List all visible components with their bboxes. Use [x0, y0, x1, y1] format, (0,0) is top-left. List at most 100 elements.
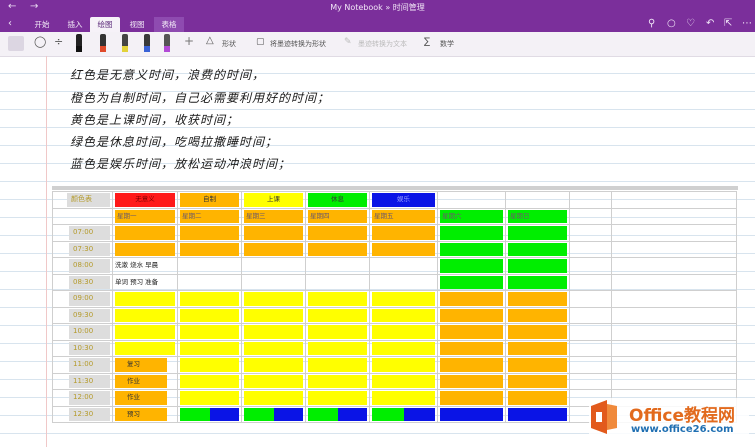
day-header-cell[interactable]: 星期日 [505, 207, 570, 225]
tab-home[interactable]: 开始 [29, 17, 55, 32]
table-cell-empty[interactable] [569, 290, 612, 308]
schedule-cell[interactable] [437, 257, 506, 275]
time-cell[interactable]: 12:30 [52, 405, 113, 423]
schedule-cell[interactable]: 洗漱 烧水 早晨 [112, 257, 178, 275]
schedule-cell[interactable] [241, 356, 306, 374]
schedule-cell[interactable]: 单词 预习 准备 [112, 273, 178, 291]
schedule-cell[interactable] [305, 290, 370, 308]
bell-icon[interactable]: ♡ [686, 18, 695, 29]
table-handle[interactable] [52, 186, 738, 190]
schedule-cell[interactable] [505, 306, 570, 324]
schedule-cell[interactable] [241, 306, 306, 324]
schedule-cell[interactable] [505, 224, 570, 242]
schedule-cell[interactable] [305, 339, 370, 357]
convert-shape-icon[interactable]: ▢ [256, 37, 265, 47]
schedule-cell[interactable] [112, 339, 178, 357]
time-cell[interactable]: 08:00 [52, 257, 113, 275]
table-cell-empty[interactable] [569, 191, 612, 209]
schedule-cell[interactable] [437, 339, 506, 357]
pen-blue-icon[interactable] [144, 34, 150, 52]
schedule-cell[interactable] [305, 273, 370, 291]
schedule-cell[interactable] [437, 405, 506, 423]
schedule-cell[interactable] [177, 356, 242, 374]
table-cell-empty[interactable] [611, 191, 737, 209]
lasso-icon[interactable]: ◯ [34, 35, 46, 48]
time-cell[interactable]: 10:00 [52, 323, 113, 341]
shapes-button[interactable]: 形状 [222, 39, 236, 49]
table-corner-cell[interactable]: 颜色表 [52, 191, 113, 209]
tab-table[interactable]: 表格 [154, 17, 184, 32]
table-cell-empty[interactable] [569, 224, 612, 242]
schedule-cell[interactable] [241, 273, 306, 291]
time-cell[interactable]: 11:00 [52, 356, 113, 374]
table-cell-empty[interactable] [611, 372, 737, 390]
schedule-cell[interactable] [177, 339, 242, 357]
schedule-cell[interactable] [112, 224, 178, 242]
schedule-cell[interactable] [437, 372, 506, 390]
schedule-cell[interactable] [505, 339, 570, 357]
table-cell-empty[interactable] [611, 240, 737, 258]
legend-cell[interactable]: 娱乐 [369, 191, 438, 209]
chevron-left-icon[interactable]: ‹ [8, 18, 12, 29]
time-cell[interactable]: 09:00 [52, 290, 113, 308]
schedule-cell[interactable] [505, 290, 570, 308]
schedule-cell[interactable] [369, 240, 438, 258]
schedule-cell[interactable] [369, 273, 438, 291]
schedule-cell[interactable] [505, 273, 570, 291]
table-cell-empty[interactable] [611, 323, 737, 341]
table-cell-empty[interactable] [611, 306, 737, 324]
schedule-cell[interactable] [305, 356, 370, 374]
schedule-cell[interactable] [177, 240, 242, 258]
schedule-cell[interactable] [241, 323, 306, 341]
time-cell[interactable]: 08:30 [52, 273, 113, 291]
schedule-cell[interactable] [112, 306, 178, 324]
tab-insert[interactable]: 插入 [62, 17, 88, 32]
schedule-cell[interactable] [437, 240, 506, 258]
schedule-cell[interactable] [241, 257, 306, 275]
schedule-cell[interactable]: 复习 [112, 356, 178, 374]
time-cell[interactable]: 09:30 [52, 306, 113, 324]
legend-cell[interactable]: 休息 [305, 191, 370, 209]
schedule-cell[interactable] [437, 323, 506, 341]
schedule-cell[interactable] [112, 290, 178, 308]
schedule-cell[interactable] [437, 306, 506, 324]
schedule-cell[interactable] [305, 405, 370, 423]
table-cell-empty[interactable] [611, 356, 737, 374]
more-icon[interactable]: ⋯ [742, 18, 752, 29]
schedule-cell[interactable] [505, 405, 570, 423]
schedule-cell[interactable] [369, 306, 438, 324]
schedule-cell[interactable] [369, 323, 438, 341]
legend-cell[interactable]: 上课 [241, 191, 306, 209]
undo-icon[interactable]: ↶ [706, 18, 714, 29]
table-cell-empty[interactable] [569, 257, 612, 275]
table-cell-empty[interactable] [611, 290, 737, 308]
schedule-cell[interactable] [369, 372, 438, 390]
schedule-cell[interactable] [177, 323, 242, 341]
schedule-cell[interactable] [369, 356, 438, 374]
table-cell-empty[interactable] [611, 207, 737, 225]
schedule-cell[interactable] [437, 224, 506, 242]
math-button[interactable]: 数学 [440, 39, 454, 49]
table-cell-empty[interactable] [569, 356, 612, 374]
add-pen-icon[interactable]: + [184, 34, 194, 48]
schedule-cell[interactable] [112, 323, 178, 341]
table-cell-empty[interactable] [611, 224, 737, 242]
schedule-cell[interactable] [177, 273, 242, 291]
schedule-cell[interactable] [437, 356, 506, 374]
schedule-cell[interactable]: 预习 [112, 405, 178, 423]
table-cell-empty[interactable] [569, 240, 612, 258]
schedule-cell[interactable] [305, 389, 370, 407]
schedule-cell[interactable] [241, 405, 306, 423]
schedule-cell[interactable] [437, 290, 506, 308]
legend-cell-empty[interactable] [505, 191, 570, 209]
highlighter-purple-icon[interactable] [164, 34, 170, 52]
legend-cell[interactable]: 自制 [177, 191, 242, 209]
day-header-cell[interactable]: 星期五 [369, 207, 438, 225]
schedule-cell[interactable]: 作业 [112, 389, 178, 407]
schedule-cell[interactable] [437, 389, 506, 407]
day-header-cell[interactable]: 星期一 [112, 207, 178, 225]
table-cell-empty[interactable] [569, 207, 612, 225]
schedule-cell[interactable] [305, 240, 370, 258]
schedule-cell[interactable] [177, 405, 242, 423]
day-header-cell[interactable]: 星期二 [177, 207, 242, 225]
